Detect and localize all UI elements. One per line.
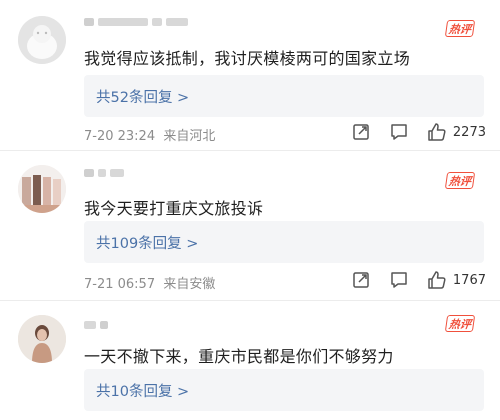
share-icon[interactable] xyxy=(351,270,371,290)
comment-text: 我觉得应该抵制，我讨厌模棱两可的国家立场 xyxy=(84,49,411,68)
divider xyxy=(0,150,500,151)
divider xyxy=(0,300,500,301)
comment-item: 热评 我今天要打重庆文旅投诉 共109条回复 > 7-21 06:57 来自安徽… xyxy=(0,155,500,295)
view-replies-button[interactable]: 共10条回复 > xyxy=(84,369,484,411)
avatar[interactable] xyxy=(18,16,66,64)
comment-time: 7-20 23:24 xyxy=(84,129,156,144)
avatar[interactable] xyxy=(18,315,66,363)
username-redacted[interactable] xyxy=(84,319,108,331)
share-icon[interactable] xyxy=(351,122,371,142)
comment-time: 7-21 06:57 xyxy=(84,277,156,292)
hot-comment-badge: 热评 xyxy=(444,315,476,332)
like-count: 1767 xyxy=(452,272,486,288)
comment-item: 热评 我觉得应该抵制，我讨厌模棱两可的国家立场 共52条回复 > 7-20 23… xyxy=(0,0,500,144)
view-replies-button[interactable]: 共109条回复 > xyxy=(84,221,484,263)
comment-actions: 2273 xyxy=(351,122,486,142)
comment-item: 热评 一天不撤下来，重庆市民都是你们不够努力 共10条回复 > xyxy=(0,305,500,420)
comment-icon[interactable] xyxy=(389,270,409,290)
thumbs-up-icon[interactable] xyxy=(427,270,447,290)
comment-actions: 1767 xyxy=(351,270,486,290)
comment-location: 来自河北 xyxy=(163,129,216,144)
comment-meta: 7-21 06:57 来自安徽 xyxy=(84,273,215,292)
thumbs-up-icon[interactable] xyxy=(427,122,447,142)
avatar[interactable] xyxy=(18,165,66,213)
comment-text: 一天不撤下来，重庆市民都是你们不够努力 xyxy=(84,347,394,366)
like-count: 2273 xyxy=(452,124,486,140)
comment-icon[interactable] xyxy=(389,122,409,142)
hot-comment-badge: 热评 xyxy=(444,172,476,189)
hot-comment-badge: 热评 xyxy=(444,20,476,37)
comment-meta: 7-20 23:24 来自河北 xyxy=(84,125,215,144)
comment-text: 我今天要打重庆文旅投诉 xyxy=(84,199,264,218)
view-replies-button[interactable]: 共52条回复 > xyxy=(84,75,484,117)
username-redacted[interactable] xyxy=(84,16,188,28)
comment-location: 来自安徽 xyxy=(163,277,216,292)
username-redacted[interactable] xyxy=(84,167,124,179)
